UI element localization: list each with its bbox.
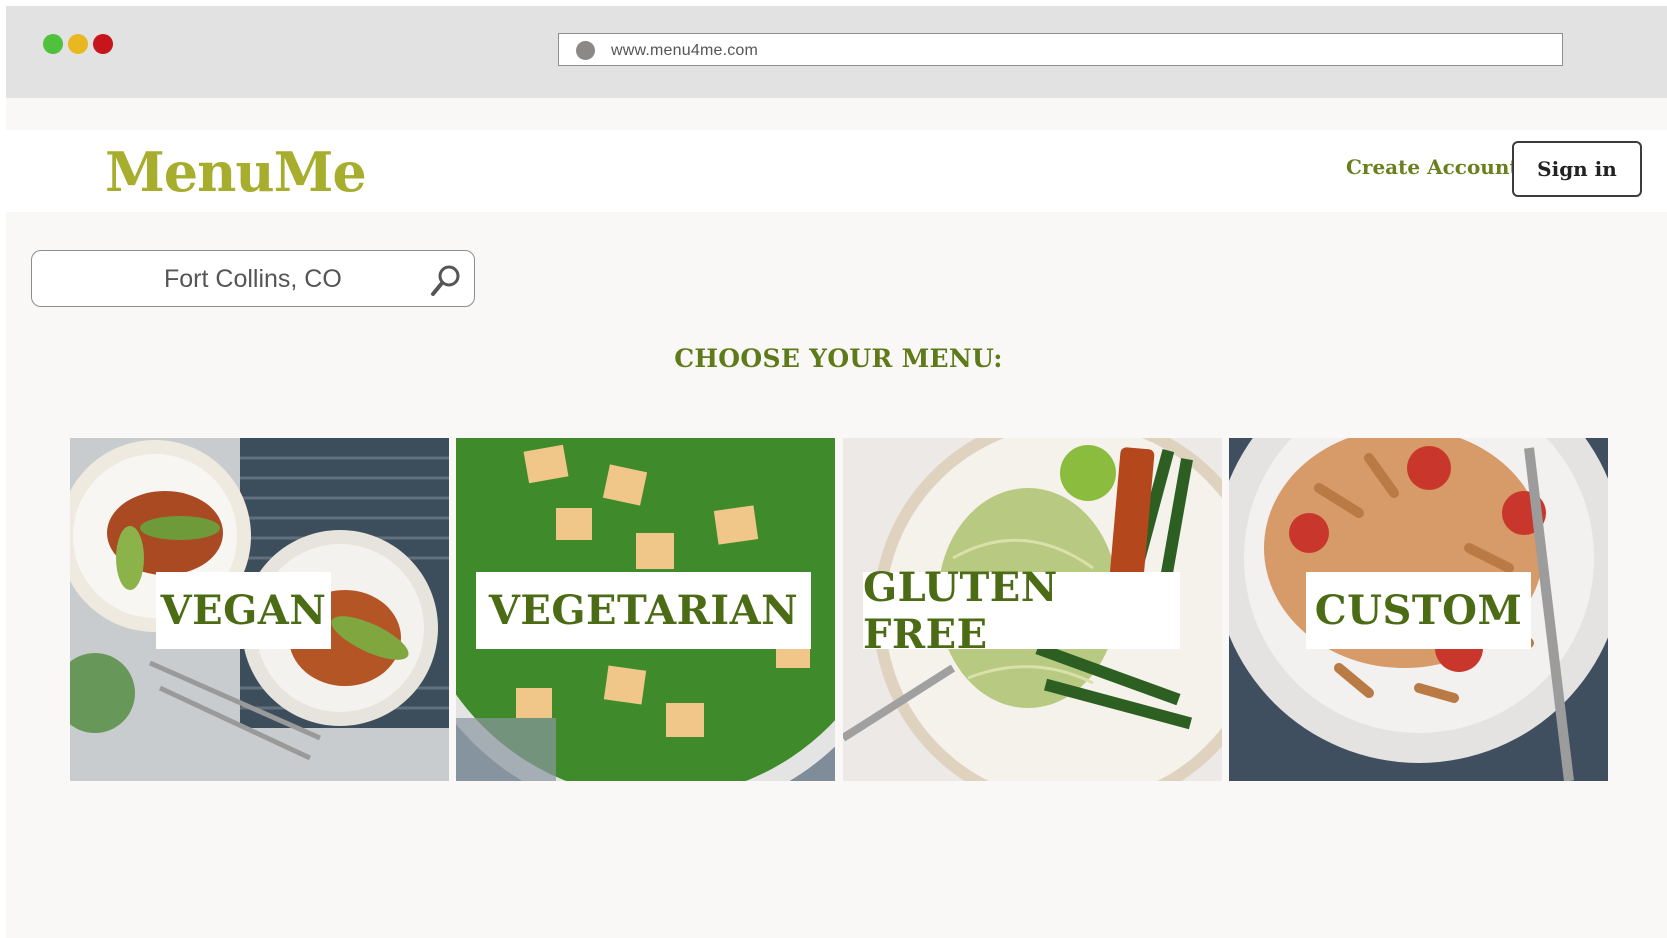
create-account-link[interactable]: Create Account [1346, 155, 1519, 179]
menu-label-vegetarian: VEGETARIAN [476, 572, 811, 649]
sign-in-button[interactable]: Sign in [1512, 141, 1642, 197]
site-logo[interactable]: MenuMe [105, 140, 367, 204]
maximize-button[interactable] [43, 34, 63, 54]
menu-cards: VEGAN VEGETARIAN GLUTEN FREE CUSTOM [70, 438, 1610, 781]
browser-toolbar: www.menu4me.com [6, 6, 1667, 98]
menu-label-vegan: VEGAN [156, 572, 331, 649]
address-bar[interactable]: www.menu4me.com [558, 33, 1563, 66]
browser-window: www.menu4me.com MenuMe Create Account Si… [6, 6, 1667, 938]
minimize-button[interactable] [68, 34, 88, 54]
menu-card-custom[interactable]: CUSTOM [1229, 438, 1608, 781]
menu-label-gluten-free: GLUTEN FREE [863, 564, 1180, 658]
menu-card-gluten-free[interactable]: GLUTEN FREE [843, 438, 1222, 781]
location-search[interactable]: Fort Collins, CO [31, 250, 475, 307]
location-search-input[interactable]: Fort Collins, CO [164, 265, 342, 294]
menu-heading: CHOOSE YOUR MENU: [674, 344, 1003, 373]
menu-card-vegan[interactable]: VEGAN [70, 438, 449, 781]
url-text: www.menu4me.com [611, 42, 759, 59]
search-icon[interactable] [428, 263, 462, 299]
close-button[interactable] [93, 34, 113, 54]
menu-label-custom: CUSTOM [1306, 572, 1531, 649]
menu-card-vegetarian[interactable]: VEGETARIAN [456, 438, 835, 781]
site-info-icon[interactable] [576, 41, 595, 60]
site-header: MenuMe Create Account Sign in [6, 130, 1667, 212]
